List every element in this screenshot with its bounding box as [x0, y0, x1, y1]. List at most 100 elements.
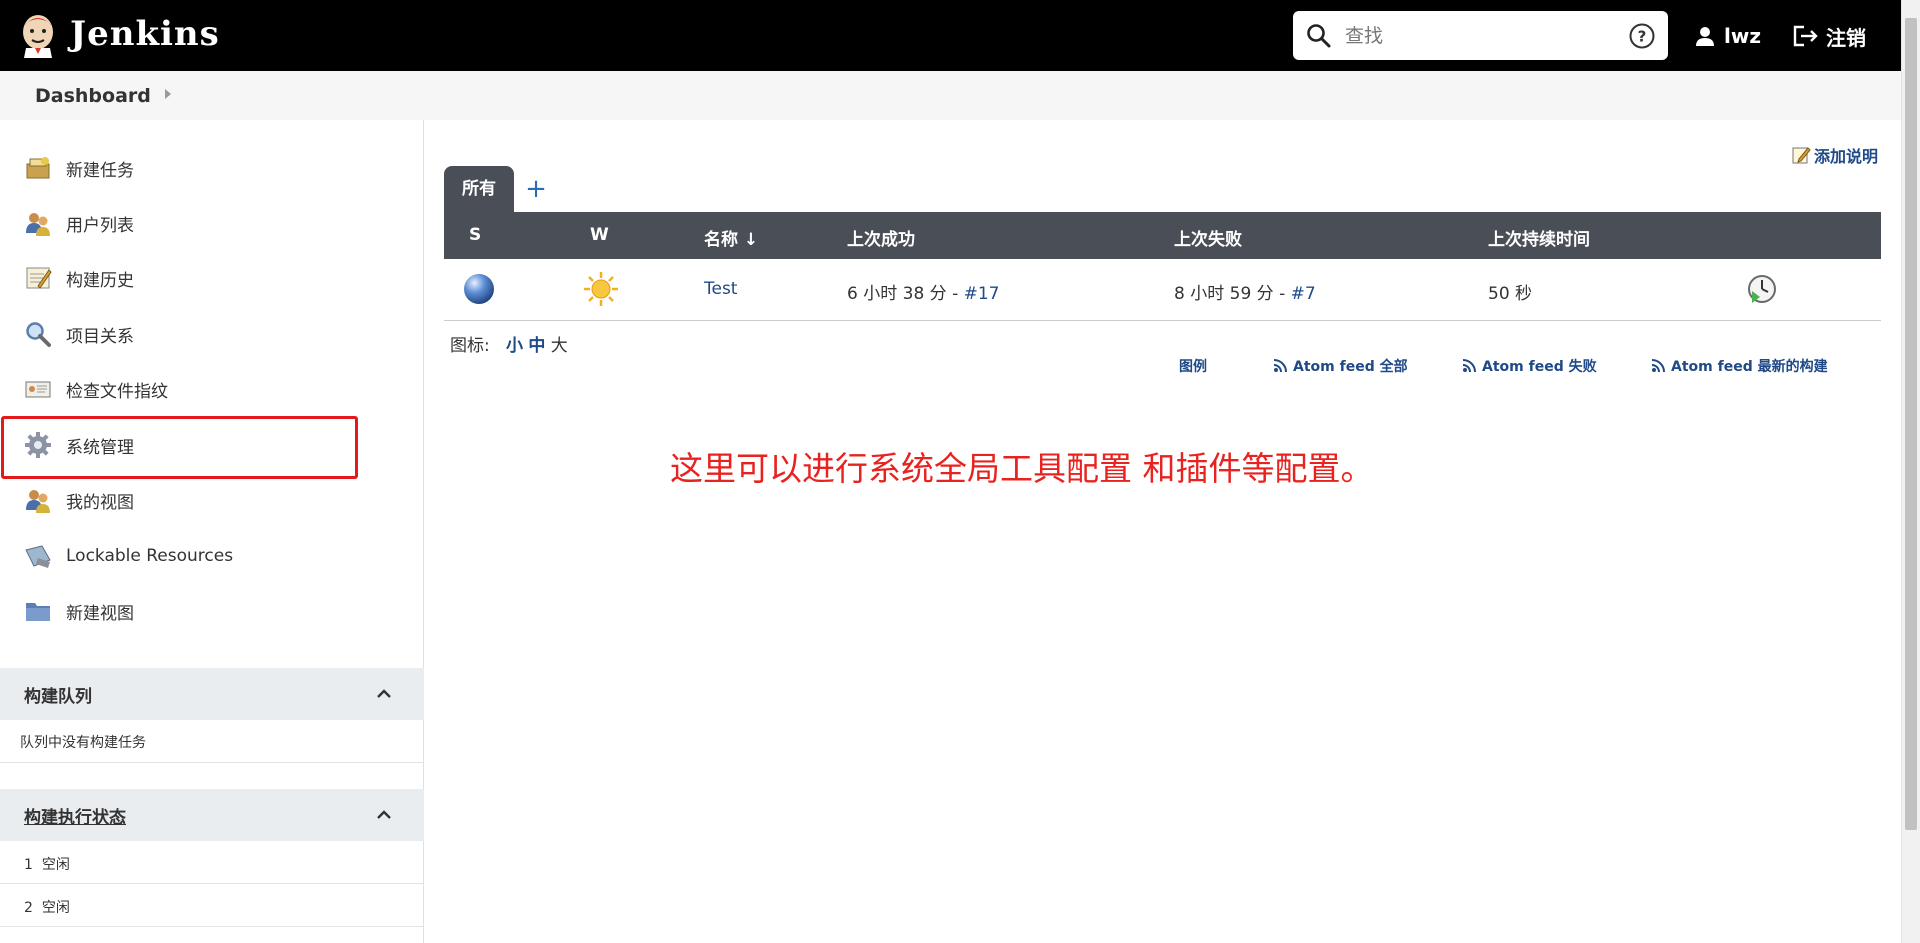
user-icon	[1696, 27, 1714, 46]
icon-size-selector: 图标: 小 中 大	[450, 331, 568, 356]
add-description-label: 添加说明	[1814, 147, 1879, 166]
folder-icon	[26, 603, 50, 621]
legend-label: 图例	[1179, 359, 1207, 375]
rss-icon	[1462, 359, 1476, 373]
tab-all[interactable]: 所有	[444, 166, 514, 212]
search-box: ?	[1293, 11, 1668, 60]
executor-status-title[interactable]: 构建执行状态	[24, 803, 126, 828]
table-row: Test 6 小时 38 分 - #17 8 小时 59 分 - #7 50 秒	[444, 259, 1881, 321]
edit-note-icon	[1792, 147, 1811, 164]
column-last-failure[interactable]: 上次失败	[1174, 225, 1242, 250]
user-name: lwz	[1724, 24, 1761, 48]
sidebar-item-new-view[interactable]: 新建视图	[24, 591, 134, 631]
build-queue-empty: 队列中没有构建任务	[20, 735, 146, 751]
new-item-icon	[26, 157, 50, 179]
last-success-cell: 6 小时 38 分 - #17	[847, 279, 1000, 304]
logout-link[interactable]: 注销	[1792, 20, 1866, 52]
atom-feed-failed-label: Atom feed 失败	[1482, 359, 1597, 375]
build-queue-body: 队列中没有构建任务	[0, 720, 424, 763]
build-queue-title: 构建队列	[24, 687, 92, 707]
breadcrumb: Dashboard	[0, 71, 1901, 120]
jenkins-logo-icon[interactable]	[18, 12, 58, 58]
icon-size-large: 大	[550, 336, 568, 356]
logout-label: 注销	[1826, 25, 1866, 50]
chevron-up-icon[interactable]	[376, 686, 392, 702]
job-name-link[interactable]: Test	[704, 279, 737, 299]
atom-feed-latest-link[interactable]: Atom feed 最新的构建	[1651, 356, 1828, 376]
sidebar-item-label: 我的视图	[66, 492, 134, 513]
breadcrumb-chevron-icon[interactable]	[165, 89, 171, 99]
user-link[interactable]: lwz	[1694, 20, 1761, 52]
lock-resource-icon	[25, 545, 51, 568]
last-success-build-link[interactable]: #17	[964, 284, 1000, 304]
sidebar-item-build-history[interactable]: 构建历史	[24, 258, 134, 298]
search-icon	[26, 322, 51, 347]
atom-feed-all-label: Atom feed 全部	[1293, 359, 1408, 375]
search-input[interactable]	[1345, 19, 1605, 52]
last-success-time: 6 小时 38 分 -	[847, 284, 964, 304]
legend-link[interactable]: 图例	[1179, 356, 1207, 376]
chevron-up-icon[interactable]	[376, 807, 392, 823]
sunny-weather-icon	[584, 272, 618, 306]
brand-title[interactable]: Jenkins	[70, 14, 220, 54]
column-name[interactable]: 名称 ↓	[704, 225, 758, 250]
divider	[0, 926, 424, 927]
sidebar: 新建任务 用户列表 构建历史 项目关系 检查文件指纹 系统管理 我的视图 Loc…	[0, 120, 424, 943]
sidebar-item-new-item[interactable]: 新建任务	[24, 148, 134, 188]
executor-row: 1 空闲	[24, 854, 70, 874]
sidebar-item-project-relationship[interactable]: 项目关系	[24, 314, 134, 354]
executor-state: 空闲	[41, 857, 70, 873]
divider	[0, 883, 424, 884]
annotation-text: 这里可以进行系统全局工具配置 和插件等配置。	[670, 449, 1374, 488]
executor-row: 2 空闲	[24, 897, 70, 917]
fingerprint-icon	[25, 381, 51, 398]
rss-icon	[1651, 359, 1665, 373]
executor-state: 空闲	[41, 900, 70, 916]
executor-number: 1	[24, 857, 33, 873]
breadcrumb-dashboard[interactable]: Dashboard	[35, 85, 151, 107]
sidebar-item-label: 用户列表	[66, 215, 134, 236]
search-icon	[1307, 24, 1331, 48]
last-failure-time: 8 小时 59 分 -	[1174, 284, 1291, 304]
user-view-icon	[26, 490, 50, 513]
sidebar-item-label: Lockable Resources	[66, 546, 234, 566]
schedule-build-icon[interactable]	[1746, 273, 1778, 305]
column-last-duration[interactable]: 上次持续时间	[1488, 225, 1590, 250]
column-status[interactable]: S	[469, 225, 481, 245]
atom-feed-all-link[interactable]: Atom feed 全部	[1273, 356, 1408, 376]
help-icon[interactable]: ?	[1628, 22, 1656, 50]
svg-text:?: ?	[1638, 28, 1647, 46]
icon-size-medium[interactable]: 中	[528, 336, 545, 356]
build-queue-header[interactable]: 构建队列	[0, 668, 424, 720]
sidebar-item-my-views[interactable]: 我的视图	[24, 480, 134, 520]
scrollbar-thumb[interactable]	[1905, 18, 1917, 830]
atom-feed-failed-link[interactable]: Atom feed 失败	[1462, 356, 1597, 376]
last-duration-cell: 50 秒	[1488, 284, 1533, 304]
page-scrollbar[interactable]	[1901, 0, 1920, 943]
last-failure-cell: 8 小时 59 分 - #7	[1174, 279, 1316, 304]
sidebar-item-label: 检查文件指纹	[66, 381, 168, 402]
add-view-tab[interactable]: +	[525, 174, 547, 204]
build-history-icon	[26, 267, 52, 289]
top-header: Jenkins ? lwz 注销	[0, 0, 1901, 71]
icon-size-label: 图标:	[450, 336, 490, 356]
rss-icon	[1273, 359, 1287, 373]
job-table-header: S W 名称 ↓ 上次成功 上次失败 上次持续时间	[444, 212, 1881, 259]
sidebar-item-label: 构建历史	[66, 270, 134, 291]
status-blue-ball-icon	[464, 274, 494, 304]
executor-status-header[interactable]: 构建执行状态	[0, 789, 424, 841]
users-icon	[26, 213, 50, 236]
add-description-link[interactable]: 添加说明	[1791, 143, 1878, 167]
last-failure-build-link[interactable]: #7	[1291, 284, 1316, 304]
column-last-success[interactable]: 上次成功	[847, 225, 915, 250]
highlight-box	[1, 416, 358, 479]
sidebar-item-label: 项目关系	[66, 326, 134, 347]
atom-feed-latest-label: Atom feed 最新的构建	[1671, 359, 1828, 375]
logout-icon	[1793, 25, 1818, 47]
icon-size-small[interactable]: 小	[506, 336, 523, 356]
sidebar-item-users[interactable]: 用户列表	[24, 203, 134, 243]
sidebar-item-label: 新建视图	[66, 603, 134, 624]
sidebar-item-lockable-resources[interactable]: Lockable Resources	[24, 536, 233, 576]
column-weather[interactable]: W	[590, 225, 609, 245]
sidebar-item-fingerprint[interactable]: 检查文件指纹	[24, 369, 168, 409]
